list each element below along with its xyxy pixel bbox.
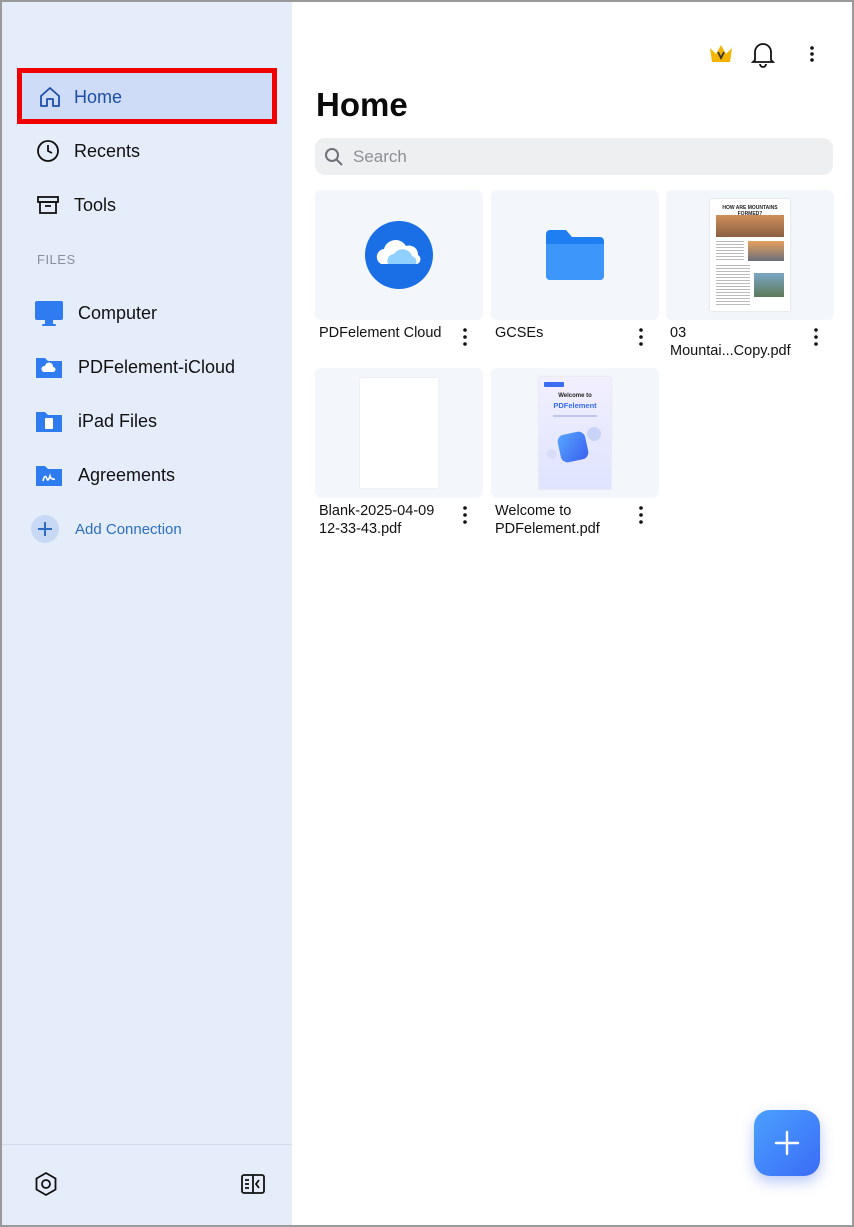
computer-icon: [34, 298, 64, 328]
sidebar-item-recents[interactable]: Recents: [34, 131, 140, 171]
sidebar-item-home[interactable]: Home: [36, 77, 122, 117]
pdf-thumbnail: HOW ARE MOUNTAINS FORMED?: [666, 190, 834, 320]
sidebar-item-label: iPad Files: [78, 410, 158, 431]
app-window: Home Recents Tools FILES Computer PDFele…: [0, 0, 854, 1227]
more-vertical-icon: [814, 328, 818, 346]
text-lines: [716, 241, 744, 261]
sidebar-item-label: Computer: [78, 302, 158, 323]
toolbox-icon: [34, 191, 62, 219]
file-card-pdfelement-cloud[interactable]: PDFelement Cloud: [315, 190, 483, 346]
file-name: 03 Mountai...Copy.pdf: [670, 325, 791, 359]
sidebar-item-tools[interactable]: Tools: [34, 185, 116, 225]
bell-icon: [750, 43, 776, 68]
sidebar-collapse-icon: [241, 1174, 265, 1194]
plus-icon: [774, 1130, 800, 1156]
signature-folder-icon: [34, 460, 64, 490]
more-vertical-icon: [639, 328, 643, 346]
search-input[interactable]: [353, 146, 813, 167]
text-lines: [553, 415, 597, 417]
sidebar-divider: [2, 1144, 292, 1145]
add-connection-label: Add Connection: [75, 520, 182, 538]
file-name: GCSEs: [495, 325, 544, 341]
sidebar-item-label: Agreements: [78, 464, 176, 485]
more-vertical-icon: [639, 506, 643, 524]
blank-page-preview: [360, 378, 438, 488]
sidebar-item-label: Tools: [74, 194, 117, 215]
cloud-folder-icon: [34, 352, 64, 382]
file-more-button[interactable]: [806, 326, 826, 348]
file-name: Welcome to PDFelement.pdf: [495, 503, 600, 537]
notifications-button[interactable]: [750, 40, 776, 70]
file-more-button[interactable]: [631, 504, 651, 526]
thumb-heading: Welcome to: [558, 393, 592, 399]
file-name: PDFelement Cloud: [319, 325, 442, 341]
file-card-blank-pdf[interactable]: Blank-2025-04-09 12-33-43.pdf: [315, 368, 483, 537]
files-section-label: FILES: [37, 252, 76, 267]
sidebar-item-ipad-files[interactable]: iPad Files: [34, 401, 157, 441]
file-more-button[interactable]: [455, 504, 475, 526]
decor-bubble: [547, 449, 557, 459]
pdfelement-app-icon: [556, 430, 590, 464]
welcome-page-preview: Welcome to PDFelement: [539, 377, 611, 489]
crown-icon: [710, 45, 732, 62]
page-title: Home: [316, 86, 408, 123]
text-lines: [716, 265, 750, 305]
folder-icon: [546, 230, 604, 280]
mountain-photo: [716, 215, 784, 237]
pdfelement-cloud-icon: [365, 221, 433, 289]
folder-thumbnail: [491, 190, 659, 320]
pdf-thumbnail: [315, 368, 483, 498]
collapse-sidebar-button[interactable]: [239, 1170, 267, 1198]
pdf-page-preview: HOW ARE MOUNTAINS FORMED?: [710, 199, 790, 311]
more-vertical-icon: [463, 328, 467, 346]
search-icon: [323, 146, 345, 168]
ipad-folder-icon: [34, 406, 64, 436]
more-options-button[interactable]: [802, 40, 822, 70]
file-name: Blank-2025-04-09 12-33-43.pdf: [319, 503, 435, 537]
add-connection-button[interactable]: Add Connection: [31, 514, 182, 544]
file-more-button[interactable]: [631, 326, 651, 348]
search-bar[interactable]: [315, 138, 833, 175]
pdf-thumbnail: Welcome to PDFelement: [491, 368, 659, 498]
sidebar-item-agreements[interactable]: Agreements: [34, 455, 175, 495]
more-vertical-icon: [810, 46, 814, 62]
clock-icon: [34, 137, 62, 165]
sidebar-item-label: Recents: [74, 140, 141, 161]
plus-icon: [31, 515, 59, 543]
file-card-welcome-pdf[interactable]: Welcome to PDFelement Welcome to PDFelem…: [491, 368, 659, 537]
more-vertical-icon: [463, 506, 467, 524]
sidebar: Home Recents Tools FILES Computer PDFele…: [2, 2, 292, 1225]
lake-photo: [754, 273, 784, 297]
premium-button[interactable]: [708, 40, 734, 70]
sidebar-item-label: Home: [74, 86, 123, 107]
mountain-photo: [748, 241, 784, 261]
pdfelement-logo: [544, 382, 564, 387]
decor-bubble: [587, 427, 601, 441]
thumb-brand: PDFelement: [553, 401, 597, 410]
sidebar-item-computer[interactable]: Computer: [34, 293, 157, 333]
sidebar-item-label: PDFelement-iCloud: [78, 356, 236, 377]
sidebar-item-pdfelement-icloud[interactable]: PDFelement-iCloud: [34, 347, 235, 387]
gear-icon: [35, 1171, 57, 1197]
home-icon: [36, 83, 64, 111]
add-new-button[interactable]: [754, 1110, 820, 1176]
settings-button[interactable]: [32, 1170, 60, 1198]
cloud-thumbnail: [315, 190, 483, 320]
file-more-button[interactable]: [455, 326, 475, 348]
file-card-gcses[interactable]: GCSEs: [491, 190, 659, 346]
file-card-mountains-pdf[interactable]: HOW ARE MOUNTAINS FORMED? 03 Mountai...C…: [666, 190, 834, 359]
